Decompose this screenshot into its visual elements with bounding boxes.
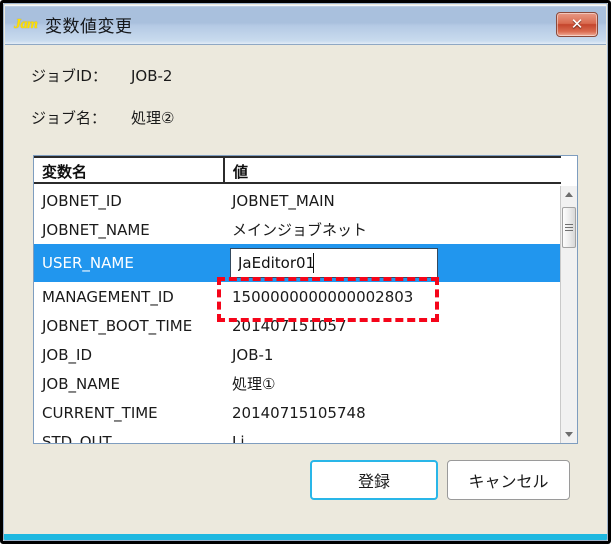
title-bar[interactable]: Jam 変数値変更 ✕ [5, 5, 606, 45]
triangle-down-icon [565, 432, 573, 437]
bottom-accent-strip [4, 534, 607, 540]
scrollbar-thumb[interactable] [562, 207, 576, 248]
variables-table: 変数名 値 JOBNET_ID JOBNET_MAIN JOBNET_NAME … [33, 155, 578, 444]
job-name-value: 処理② [131, 109, 175, 127]
table-header-row: 変数名 値 [34, 156, 561, 184]
cell-variable-name: JOB_ID [42, 345, 92, 364]
cell-variable-value: JOB-1 [232, 345, 274, 364]
table-row-selected[interactable]: USER_NAME [34, 244, 561, 282]
register-button[interactable]: 登録 [310, 460, 438, 500]
cell-variable-name: JOBNET_BOOT_TIME [42, 316, 193, 335]
cancel-button[interactable]: キャンセル [447, 460, 570, 500]
scroll-up-button[interactable] [561, 186, 577, 203]
scroll-down-button[interactable] [561, 426, 577, 443]
triangle-up-icon [565, 192, 573, 197]
job-id-value: JOB-2 [131, 67, 173, 85]
table-row[interactable]: JOBNET_BOOT_TIME 201407151057 [34, 311, 561, 340]
jam-app-icon: Jam [14, 16, 38, 32]
close-button[interactable]: ✕ [556, 12, 598, 37]
window-title: 変数値変更 [45, 17, 133, 37]
cell-variable-value: 1500000000000002803 [232, 287, 414, 306]
cell-variable-value: メインジョブネット [232, 221, 368, 239]
column-header-value[interactable]: 値 [225, 158, 561, 182]
dialog-window: Jam 変数値変更 ✕ ジョブID： JOB-2 ジョブ名： 処理② 変数名 値 [0, 0, 611, 544]
dialog-window-inner: Jam 変数値変更 ✕ ジョブID： JOB-2 ジョブ名： 処理② 変数名 値 [3, 3, 608, 541]
table-row[interactable]: JOBNET_ID JOBNET_MAIN [34, 186, 561, 215]
variable-value-input[interactable] [230, 248, 438, 278]
table-row[interactable]: JOB_ID JOB-1 [34, 340, 561, 369]
job-id-field: ジョブID： JOB-2 [31, 65, 172, 86]
cell-variable-name: USER_NAME [42, 254, 134, 272]
job-id-label: ジョブID： [31, 67, 107, 85]
job-name-label: ジョブ名： [31, 109, 107, 127]
grip-icon [565, 224, 573, 231]
cell-variable-value: JOBNET_MAIN [232, 191, 335, 210]
cell-variable-name: JOBNET_ID [42, 191, 122, 210]
text-caret [313, 253, 314, 273]
cell-variable-value: 201407151057 [232, 316, 347, 335]
table-row[interactable]: JOB_NAME 処理① [34, 369, 561, 398]
dialog-body: ジョブID： JOB-2 ジョブ名： 処理② 変数名 値 JOBNET_ID J… [5, 45, 606, 539]
cell-variable-name: STD_OUT [42, 432, 112, 444]
table-row[interactable]: CURRENT_TIME 20140715105748 [34, 398, 561, 427]
cell-variable-name: CURRENT_TIME [42, 403, 158, 422]
column-header-variable-name[interactable]: 変数名 [34, 158, 225, 182]
table-body: JOBNET_ID JOBNET_MAIN JOBNET_NAME メインジョブ… [34, 186, 561, 443]
cell-variable-name: JOB_NAME [42, 374, 120, 393]
cell-variable-name: MANAGEMENT_ID [42, 287, 174, 306]
cell-variable-value: 20140715105748 [232, 403, 366, 422]
cell-editor-wrapper [228, 244, 561, 282]
cell-variable-value: Li [232, 432, 245, 444]
job-name-field: ジョブ名： 処理② [31, 107, 174, 128]
table-row[interactable]: MANAGEMENT_ID 1500000000000002803 [34, 282, 561, 311]
table-vertical-scrollbar[interactable] [560, 186, 577, 443]
table-row[interactable]: STD_OUT Li [34, 427, 561, 443]
close-icon: ✕ [570, 15, 584, 33]
cell-variable-name: JOBNET_NAME [42, 220, 150, 239]
table-row[interactable]: JOBNET_NAME メインジョブネット [34, 215, 561, 244]
cell-variable-value: 処理① [232, 375, 276, 393]
